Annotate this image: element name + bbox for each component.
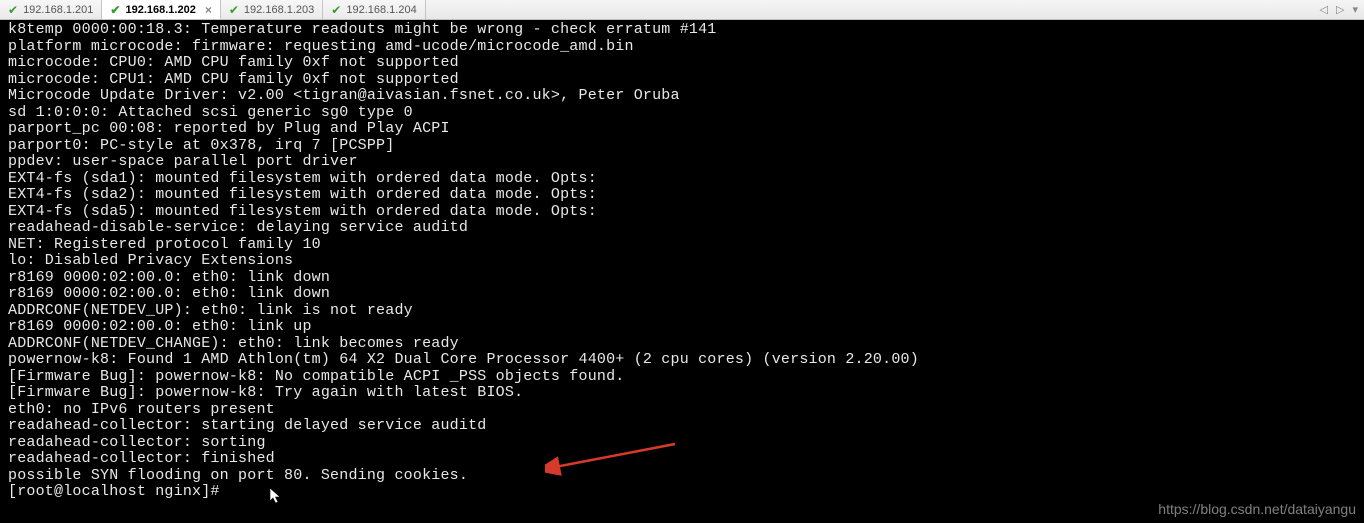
tab-label: 192.168.1.203: [244, 4, 314, 16]
terminal-line: [Firmware Bug]: powernow-k8: Try again w…: [8, 384, 523, 401]
terminal-line: NET: Registered protocol family 10: [8, 236, 321, 253]
terminal-line: k8temp 0000:00:18.3: Temperature readout…: [8, 21, 717, 38]
terminal-line: EXT4-fs (sda5): mounted filesystem with …: [8, 203, 597, 220]
terminal-line: EXT4-fs (sda1): mounted filesystem with …: [8, 170, 597, 187]
tab-label: 192.168.1.204: [346, 4, 416, 16]
terminal-output[interactable]: k8temp 0000:00:18.3: Temperature readout…: [0, 20, 1364, 523]
terminal-line: platform microcode: firmware: requesting…: [8, 38, 634, 55]
check-icon: ✔: [110, 4, 120, 16]
terminal-line: ppdev: user-space parallel port driver: [8, 153, 358, 170]
terminal-line: lo: Disabled Privacy Extensions: [8, 252, 293, 269]
tab-nav: ◁ ▷ ▾: [1314, 0, 1364, 19]
terminal-line: possible SYN flooding on port 80. Sendin…: [8, 467, 468, 484]
terminal-line: [Firmware Bug]: powernow-k8: No compatib…: [8, 368, 625, 385]
terminal-line: sd 1:0:0:0: Attached scsi generic sg0 ty…: [8, 104, 413, 121]
tab-host-1[interactable]: ✔ 192.168.1.201: [0, 0, 102, 19]
tab-menu-icon[interactable]: ▾: [1352, 3, 1358, 16]
terminal-line: r8169 0000:02:00.0: eth0: link up: [8, 318, 312, 335]
terminal-line: ADDRCONF(NETDEV_CHANGE): eth0: link beco…: [8, 335, 459, 352]
terminal-line: parport0: PC-style at 0x378, irq 7 [PCSP…: [8, 137, 394, 154]
tab-host-3[interactable]: ✔ 192.168.1.203: [221, 0, 323, 19]
terminal-line: microcode: CPU1: AMD CPU family 0xf not …: [8, 71, 459, 88]
terminal-line: eth0: no IPv6 routers present: [8, 401, 275, 418]
tab-bar: ✔ 192.168.1.201 ✔ 192.168.1.202 × ✔ 192.…: [0, 0, 1364, 20]
terminal-line: readahead-collector: starting delayed se…: [8, 417, 486, 434]
check-icon: ✔: [8, 4, 18, 16]
terminal-line: readahead-disable-service: delaying serv…: [8, 219, 468, 236]
check-icon: ✔: [331, 4, 341, 16]
close-icon[interactable]: ×: [201, 4, 212, 16]
tab-label: 192.168.1.201: [23, 4, 93, 16]
terminal-line: powernow-k8: Found 1 AMD Athlon(tm) 64 X…: [8, 351, 919, 368]
terminal-line: r8169 0000:02:00.0: eth0: link down: [8, 269, 330, 286]
tab-label: 192.168.1.202: [125, 4, 195, 16]
check-icon: ✔: [229, 4, 239, 16]
terminal-line: readahead-collector: sorting: [8, 434, 266, 451]
terminal-line: [root@localhost nginx]#: [8, 483, 220, 500]
terminal-line: readahead-collector: finished: [8, 450, 275, 467]
terminal-line: r8169 0000:02:00.0: eth0: link down: [8, 285, 330, 302]
prev-tab-icon[interactable]: ◁: [1320, 3, 1328, 16]
terminal-line: microcode: CPU0: AMD CPU family 0xf not …: [8, 54, 459, 71]
tab-host-2[interactable]: ✔ 192.168.1.202 ×: [102, 0, 220, 19]
terminal-line: parport_pc 00:08: reported by Plug and P…: [8, 120, 450, 137]
next-tab-icon[interactable]: ▷: [1336, 3, 1344, 16]
terminal-line: ADDRCONF(NETDEV_UP): eth0: link is not r…: [8, 302, 413, 319]
terminal-line: Microcode Update Driver: v2.00 <tigran@a…: [8, 87, 680, 104]
terminal-line: EXT4-fs (sda2): mounted filesystem with …: [8, 186, 597, 203]
watermark: https://blog.csdn.net/dataiyangu: [1158, 501, 1356, 517]
tab-host-4[interactable]: ✔ 192.168.1.204: [323, 0, 425, 19]
